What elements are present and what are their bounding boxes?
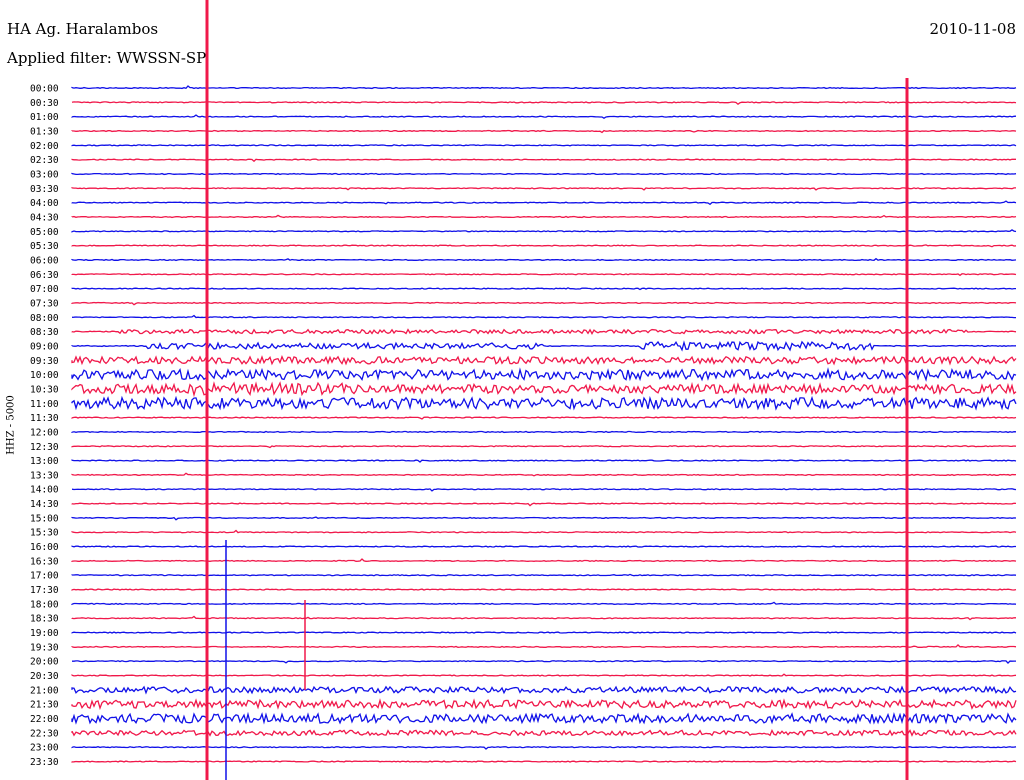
- trace-line: [71, 711, 1017, 725]
- trace-line: [71, 698, 1017, 711]
- trace-line: [71, 459, 1017, 463]
- time-tick-label: 19:00: [30, 628, 59, 639]
- time-tick-label: 14:00: [30, 485, 59, 496]
- trace-line: [71, 502, 1017, 507]
- time-tick-label: 06:30: [30, 270, 59, 281]
- time-tick-label: 00:00: [30, 84, 59, 95]
- time-tick-label: 04:30: [30, 212, 59, 223]
- time-tick-label: 04:00: [30, 198, 59, 209]
- time-tick-label: 17:00: [30, 571, 59, 582]
- trace-line: [71, 416, 1017, 420]
- trace-line: [71, 445, 1017, 449]
- trace-line: [71, 430, 1017, 434]
- time-tick-label: 05:00: [30, 227, 59, 238]
- trace-line: [71, 488, 1017, 492]
- trace-line: [71, 114, 1017, 119]
- time-tick-label: 00:30: [30, 98, 59, 109]
- time-tick-label: 22:00: [30, 714, 59, 725]
- trace-line: [71, 588, 1017, 591]
- time-tick-label: 11:30: [30, 413, 59, 424]
- time-tick-label: 22:30: [30, 728, 59, 739]
- time-tick-label: 07:00: [30, 284, 59, 295]
- trace-line: [71, 144, 1017, 147]
- trace-line: [71, 273, 1017, 277]
- time-tick-label: 17:30: [30, 585, 59, 596]
- time-tick-label: 09:30: [30, 356, 59, 367]
- trace-line: [71, 229, 1017, 233]
- time-tick-label: 02:00: [30, 141, 59, 152]
- time-tick-label: 01:00: [30, 112, 59, 123]
- time-tick-label: 09:00: [30, 341, 59, 352]
- time-tick-label: 21:00: [30, 685, 59, 696]
- trace-line: [72, 660, 1016, 665]
- trace-line: [71, 101, 1017, 106]
- time-tick-label: 18:00: [30, 599, 59, 610]
- trace-line: [71, 685, 1017, 695]
- time-tick-label: 19:30: [30, 642, 59, 653]
- time-tick-label: 12:30: [30, 442, 59, 453]
- trace-line: [71, 287, 1016, 291]
- trace-line: [71, 244, 1017, 248]
- trace-line: [71, 529, 1017, 534]
- trace-line: [71, 381, 1017, 398]
- time-tick-label: 16:30: [30, 556, 59, 567]
- trace-line: [71, 187, 1016, 191]
- trace-line: [71, 85, 1017, 90]
- trace-line: [71, 158, 1016, 163]
- trace-line: [71, 472, 1017, 477]
- time-tick-label: 16:00: [30, 542, 59, 553]
- trace-line: [71, 615, 1016, 621]
- trace-line: [71, 172, 1017, 176]
- trace-line: [71, 601, 1017, 606]
- trace-line: [71, 367, 1017, 382]
- trace-line: [71, 643, 1017, 648]
- trace-line: [71, 631, 1017, 634]
- time-tick-label: 15:30: [30, 528, 59, 539]
- trace-line: [71, 673, 1017, 677]
- time-tick-label: 18:30: [30, 614, 59, 625]
- time-tick-label: 06:00: [30, 255, 59, 266]
- trace-line: [71, 728, 1017, 737]
- trace-line: [71, 558, 1017, 563]
- trace-line: [71, 301, 1017, 306]
- trace-line: [71, 573, 1017, 577]
- time-tick-label: 10:00: [30, 370, 59, 381]
- time-tick-label: 20:00: [30, 657, 59, 668]
- time-tick-label: 14:30: [30, 499, 59, 510]
- time-tick-label: 03:30: [30, 184, 59, 195]
- trace-line: [71, 516, 1017, 521]
- time-tick-label: 23:00: [30, 743, 59, 754]
- trace-line: [71, 545, 1016, 548]
- time-tick-label: 13:30: [30, 470, 59, 481]
- trace-line: [71, 129, 1017, 134]
- trace-line: [71, 200, 1017, 206]
- time-tick-label: 23:30: [30, 757, 59, 768]
- time-tick-label: 07:30: [30, 298, 59, 309]
- time-tick-label: 08:00: [30, 313, 59, 324]
- trace-line: [71, 257, 1017, 262]
- time-tick-label: 11:00: [30, 399, 59, 410]
- trace-line: [71, 340, 1017, 352]
- time-tick-label: 15:00: [30, 513, 59, 524]
- time-tick-label: 05:30: [30, 241, 59, 252]
- time-tick-label: 21:30: [30, 700, 59, 711]
- trace-line: [71, 314, 1016, 319]
- time-tick-label: 10:30: [30, 384, 59, 395]
- trace-line: [71, 355, 1017, 366]
- trace-line: [71, 746, 1017, 750]
- trace-line: [71, 395, 1017, 411]
- trace-line: [71, 760, 1017, 763]
- seismogram-plot: 00:00 00:30 01:00 01:30 02:00 02:30 03:00 03:30…: [30, 0, 1017, 780]
- time-tick-label: 02:30: [30, 155, 59, 166]
- time-tick-label: 13:00: [30, 456, 59, 467]
- time-tick-label: 03:00: [30, 169, 59, 180]
- time-tick-label: 01:30: [30, 126, 59, 137]
- time-tick-label: 12:00: [30, 427, 59, 438]
- time-tick-label: 20:30: [30, 671, 59, 682]
- trace-line: [71, 328, 1017, 335]
- trace-line: [71, 214, 1017, 219]
- time-tick-label: 08:30: [30, 327, 59, 338]
